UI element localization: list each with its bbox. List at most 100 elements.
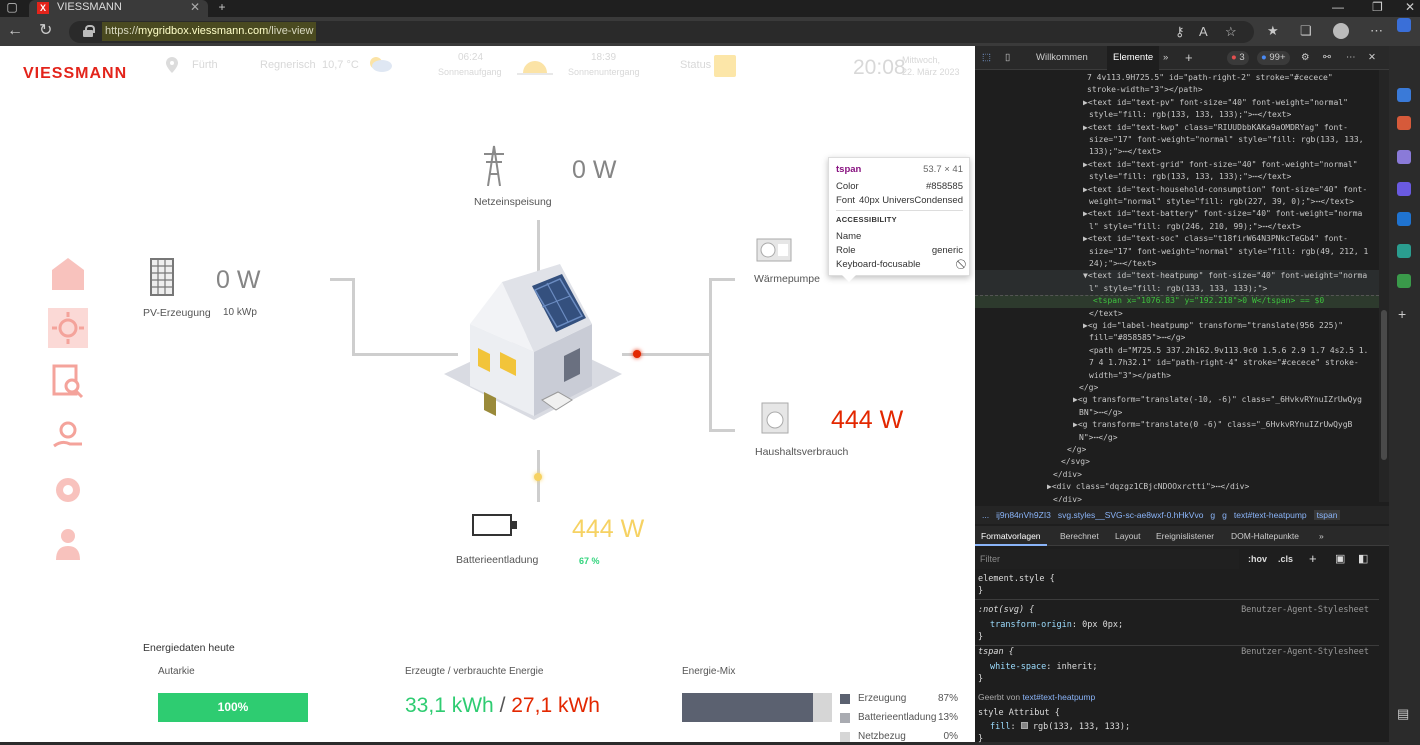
warnings-badge[interactable]: ● 99+ bbox=[1257, 51, 1290, 65]
breadcrumb-item[interactable]: svg.styles__SVG-sc-ae8wxf-0.hHkVvo bbox=[1058, 510, 1204, 520]
tab-actions-icon[interactable]: ▢ bbox=[5, 0, 19, 17]
computed-sidebar-icon[interactable]: ▣ bbox=[1335, 552, 1345, 565]
tab-elemente[interactable]: Elemente bbox=[1107, 46, 1160, 70]
send-icon[interactable] bbox=[1397, 244, 1411, 258]
styles-subtab[interactable]: Formatvorlagen bbox=[975, 526, 1047, 546]
styles-subtab[interactable]: DOM-Haltepunkte bbox=[1231, 526, 1299, 546]
dom-tree[interactable]: 7 4v113.9H725.5" id="path-right-2" strok… bbox=[975, 70, 1379, 502]
outlook-icon[interactable] bbox=[1397, 212, 1411, 226]
sidebar-settings-icon[interactable]: ▤ bbox=[1397, 706, 1409, 722]
dom-line[interactable]: l" style="fill: rgb(246, 210, 99);">⋯</t… bbox=[975, 221, 1379, 233]
dom-line[interactable]: 7 4v113.9H725.5" id="path-right-2" strok… bbox=[975, 72, 1379, 84]
color-swatch[interactable] bbox=[1020, 722, 1028, 729]
dom-line[interactable]: <tspan x="1076.83" y="192.218">0 W</tspa… bbox=[975, 295, 1379, 308]
devtools-connection-icon[interactable]: ⚯ bbox=[1323, 46, 1331, 70]
inherited-source-link[interactable]: text#text-heatpump bbox=[1022, 692, 1095, 702]
dom-line[interactable]: ▶<g id="label-heatpump" transform="trans… bbox=[975, 320, 1379, 332]
dom-line[interactable]: 24);">⋯</text> bbox=[975, 258, 1379, 270]
styles-pane[interactable]: element.style { } :not(svg) { Benutzer-A… bbox=[975, 571, 1379, 744]
dom-line[interactable]: fill="#858585">⋯</g> bbox=[975, 332, 1379, 344]
add-tab-button[interactable]: + bbox=[1185, 46, 1193, 70]
dom-line[interactable]: style="fill: rgb(133, 133, 133);">⋯</tex… bbox=[975, 171, 1379, 183]
dom-line[interactable]: ▶<text id="text-pv" font-size="40" font-… bbox=[975, 97, 1379, 109]
address-bar[interactable]: https://mygridbox.viessmann.com/live-vie… bbox=[69, 21, 1254, 43]
tools-briefcase-icon[interactable] bbox=[1397, 116, 1411, 130]
minimize-button[interactable]: — bbox=[1332, 0, 1344, 15]
dom-line[interactable]: size="17" font-weight="normal" style="fi… bbox=[975, 246, 1379, 258]
dom-line[interactable]: </svg> bbox=[975, 456, 1379, 468]
errors-badge[interactable]: ● 3 bbox=[1227, 51, 1249, 65]
dom-line[interactable]: </g> bbox=[975, 382, 1379, 394]
dom-line[interactable]: width="3"></path> bbox=[975, 370, 1379, 382]
tab-close-icon[interactable]: ✕ bbox=[190, 0, 200, 14]
styles-filter-input[interactable]: Filter bbox=[975, 549, 1239, 569]
reload-icon[interactable]: ↻ bbox=[39, 22, 52, 40]
styles-subtab[interactable]: » bbox=[1319, 526, 1324, 546]
dom-line[interactable]: ▶<div class="dqzgz1CBjcNDOOxrctti">⋯</di… bbox=[975, 481, 1379, 493]
inspect-element-icon[interactable]: ⬚ bbox=[982, 46, 991, 70]
dom-line[interactable]: <path d="M725.5 337.2h162.9v113.9c0 1.5.… bbox=[975, 345, 1379, 357]
dom-line[interactable]: 133);">⋯</text> bbox=[975, 146, 1379, 158]
live-view-nav-icon[interactable] bbox=[48, 308, 88, 348]
microsoft365-icon[interactable] bbox=[1397, 182, 1411, 196]
key-icon[interactable]: ⚷ bbox=[1175, 24, 1185, 40]
new-style-rule-icon[interactable]: + bbox=[1309, 551, 1317, 566]
dom-tree-scrollbar[interactable] bbox=[1379, 70, 1389, 502]
dom-line[interactable]: BN">⋯</g> bbox=[975, 407, 1379, 419]
settings-nav-icon[interactable] bbox=[48, 470, 88, 510]
more-tabs-button[interactable]: » bbox=[1163, 46, 1168, 70]
cls-toggle[interactable]: .cls bbox=[1278, 554, 1293, 564]
devtools-menu-icon[interactable]: ⋯ bbox=[1346, 46, 1356, 70]
back-icon[interactable]: ← bbox=[7, 22, 23, 40]
dom-line[interactable]: ▶<g transform="translate(-10, -6)" class… bbox=[975, 394, 1379, 406]
status-indicator[interactable] bbox=[714, 55, 736, 77]
profile-nav-icon[interactable] bbox=[48, 524, 88, 564]
tab-willkommen[interactable]: Willkommen bbox=[1036, 46, 1088, 70]
scroll-thumb[interactable] bbox=[1381, 310, 1387, 460]
styles-subtab[interactable]: Layout bbox=[1115, 526, 1141, 546]
favorites-icon[interactable]: ★ bbox=[1267, 23, 1279, 39]
more-menu-icon[interactable]: ⋯ bbox=[1370, 23, 1383, 39]
hov-toggle[interactable]: :hov bbox=[1248, 554, 1267, 564]
dom-line[interactable]: l" style="fill: rgb(133, 133, 133);"> bbox=[975, 282, 1379, 296]
dom-line[interactable]: stroke-width="3"></path> bbox=[975, 84, 1379, 96]
chart-icon[interactable] bbox=[1397, 274, 1411, 288]
savings-nav-icon[interactable] bbox=[48, 416, 88, 456]
add-sidebar-app-icon[interactable]: + bbox=[1398, 306, 1406, 322]
dom-line[interactable]: weight="normal" style="fill: rgb(227, 39… bbox=[975, 196, 1379, 208]
analysis-nav-icon[interactable] bbox=[48, 362, 88, 402]
dom-line[interactable]: </g> bbox=[975, 444, 1379, 456]
close-window-button[interactable]: ✕ bbox=[1405, 0, 1415, 15]
dom-line[interactable]: ▼<text id="text-heatpump" font-size="40"… bbox=[975, 270, 1379, 283]
breadcrumb-item[interactable]: tspan bbox=[1313, 510, 1341, 520]
devtools-close-icon[interactable]: ✕ bbox=[1368, 46, 1376, 70]
dom-line[interactable]: ▶<g transform="translate(0 -6)" class="_… bbox=[975, 419, 1379, 431]
games-icon[interactable] bbox=[1397, 150, 1411, 164]
toggle-sidebar-icon[interactable]: ◧ bbox=[1358, 552, 1368, 565]
styles-subtab[interactable]: Ereignislistener bbox=[1156, 526, 1214, 546]
read-aloud-icon[interactable]: A bbox=[1199, 24, 1208, 39]
dom-line[interactable]: size="17" font-weight="normal" style="fi… bbox=[975, 134, 1379, 146]
breadcrumb-item[interactable]: g bbox=[1210, 510, 1215, 520]
styles-subtab[interactable]: Berechnet bbox=[1060, 526, 1099, 546]
shopping-tag-icon[interactable] bbox=[1397, 88, 1411, 102]
collections-icon[interactable]: ❏ bbox=[1300, 23, 1312, 39]
breadcrumb-item[interactable]: ij9n84nVh9ZI3 bbox=[996, 510, 1051, 520]
dom-line[interactable]: ▶<text id="text-household-consumption" f… bbox=[975, 184, 1379, 196]
dom-line[interactable]: </div> bbox=[975, 469, 1379, 481]
url-text[interactable]: https://mygridbox.viessmann.com/live-vie… bbox=[102, 22, 317, 41]
dom-line[interactable]: N">⋯</g> bbox=[975, 432, 1379, 444]
maximize-button[interactable]: ❐ bbox=[1372, 0, 1383, 15]
breadcrumb-item[interactable]: ... bbox=[982, 510, 989, 520]
bing-chat-icon[interactable] bbox=[1397, 18, 1411, 32]
dom-line[interactable]: </text> bbox=[975, 308, 1379, 320]
breadcrumb-item[interactable]: g bbox=[1222, 510, 1227, 520]
breadcrumb-item[interactable]: text#text-heatpump bbox=[1234, 510, 1307, 520]
dom-line[interactable]: 7 4 1.7h32.1" id="path-right-4" stroke="… bbox=[975, 357, 1379, 369]
home-nav-icon[interactable] bbox=[48, 254, 88, 294]
dom-line[interactable]: ▶<text id="text-battery" font-size="40" … bbox=[975, 208, 1379, 220]
dom-line[interactable]: ▶<text id="text-soc" class="t18firW64N3P… bbox=[975, 233, 1379, 245]
browser-tab-viessmann[interactable]: X VIESSMANN ✕ bbox=[29, 0, 208, 17]
dom-line[interactable]: style="fill: rgb(133, 133, 133);">⋯</tex… bbox=[975, 109, 1379, 121]
device-toolbar-icon[interactable]: ▯ bbox=[1005, 46, 1010, 70]
